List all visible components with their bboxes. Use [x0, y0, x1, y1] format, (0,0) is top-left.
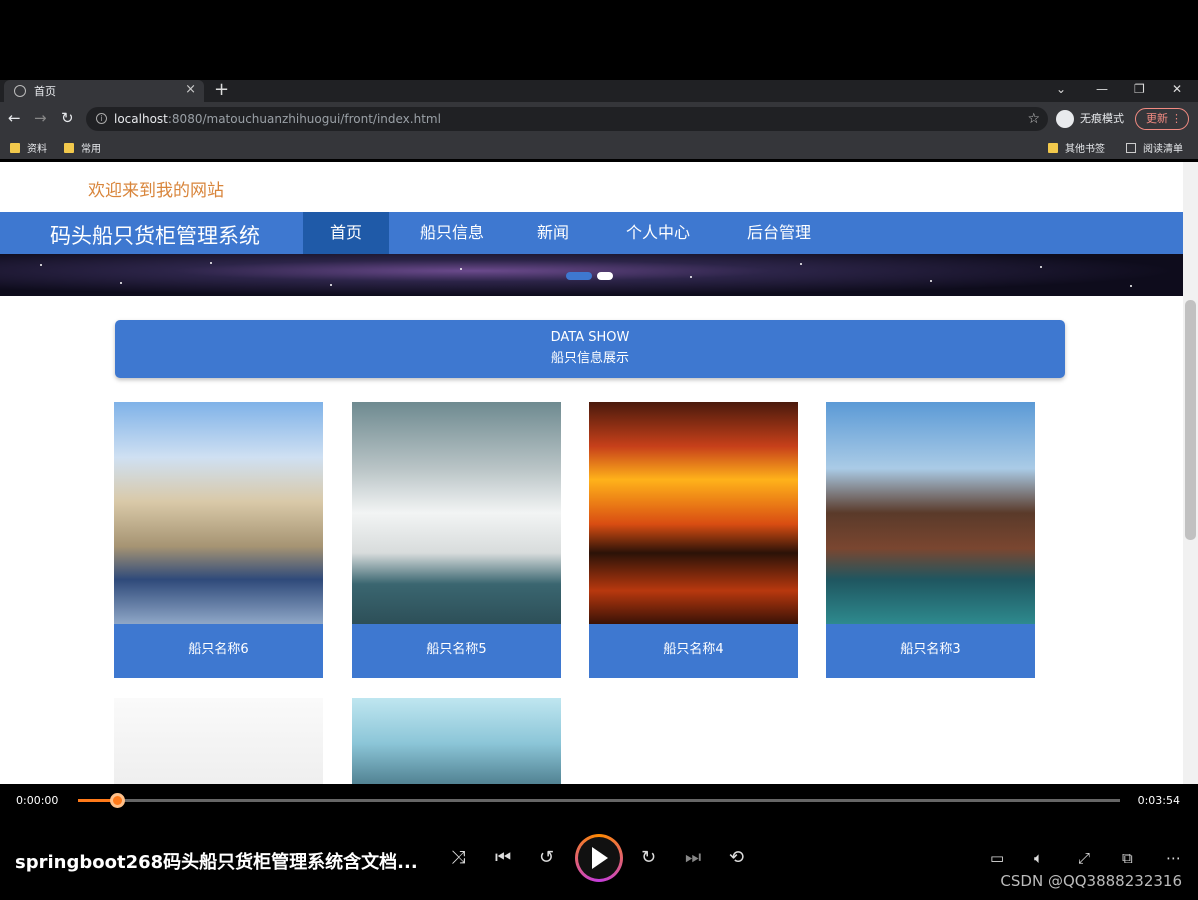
ship-card[interactable]: 船只名称4	[589, 402, 798, 678]
scrollbar-thumb[interactable]	[1185, 300, 1196, 540]
url-path: :8080/matouchuanzhihuogui/front/index.ht…	[167, 112, 441, 126]
address-bar[interactable]: i localhost:8080/matouchuanzhihuogui/fro…	[86, 107, 1048, 131]
ship-image	[589, 402, 798, 624]
incognito-label: 无痕模式	[1080, 112, 1124, 125]
bookmark-folder[interactable]: 常用	[64, 140, 101, 155]
rewind-10-icon[interactable]: ↺	[539, 848, 554, 868]
nav-admin[interactable]: 后台管理	[732, 212, 826, 254]
bookmark-star-icon[interactable]: ☆	[1027, 107, 1040, 131]
incognito-indicator[interactable]: 无痕模式	[1056, 108, 1124, 130]
tab-title: 首页	[34, 85, 56, 98]
new-tab-button[interactable]: +	[214, 80, 229, 100]
total-time: 0:03:54	[1137, 794, 1180, 807]
play-button[interactable]	[575, 834, 623, 882]
nav-ship-info[interactable]: 船只信息	[405, 212, 499, 254]
welcome-text: 欢迎来到我的网站	[88, 181, 224, 201]
reading-list[interactable]: 阅读清单	[1126, 140, 1183, 155]
kebab-menu-icon: ⋮	[1171, 112, 1182, 125]
csdn-watermark: CSDN @QQ3888232316	[1000, 872, 1182, 890]
repeat-off-icon[interactable]: ⟲	[729, 848, 744, 868]
ship-card-partial[interactable]	[352, 698, 561, 784]
ship-card-partial[interactable]	[114, 698, 323, 784]
carousel-dot[interactable]	[597, 272, 613, 280]
forward-icon[interactable]: →	[34, 109, 47, 127]
media-player: 0:00:00 0:03:54 springboot268码头船只货柜管理系统含…	[0, 784, 1198, 900]
ship-name: 船只名称5	[426, 642, 487, 657]
incognito-icon	[1056, 110, 1074, 128]
ship-image	[826, 402, 1035, 624]
browser-toolbar: ← → ↻ i localhost:8080/matouchuanzhihuog…	[0, 102, 1198, 135]
other-bookmarks[interactable]: 其他书签	[1048, 140, 1105, 155]
section-title-cn: 船只信息展示	[550, 351, 629, 366]
main-navbar: 码头船只货柜管理系统 首页 船只信息 新闻 个人中心 后台管理	[0, 212, 1183, 254]
update-label: 更新	[1146, 112, 1168, 125]
forward-30-icon[interactable]: ↻	[641, 848, 656, 868]
window-close-icon[interactable]: ✕	[1172, 80, 1182, 98]
minimize-icon[interactable]: —	[1096, 80, 1108, 98]
back-icon[interactable]: ←	[8, 109, 21, 127]
browser-tab[interactable]: 首页 ×	[4, 80, 204, 102]
site-title: 码头船只货柜管理系统	[50, 224, 260, 248]
site-info-icon[interactable]: i	[96, 113, 107, 124]
previous-icon[interactable]: ⏮	[495, 848, 511, 868]
shuffle-icon[interactable]: ⤨	[451, 848, 465, 868]
ship-card[interactable]: 船只名称3	[826, 402, 1035, 678]
restore-icon[interactable]: ❐	[1134, 80, 1145, 98]
bookmarks-bar: 资料 常用 其他书签 阅读清单	[0, 135, 1198, 159]
nav-news[interactable]: 新闻	[522, 212, 584, 254]
ship-name: 船只名称3	[900, 642, 961, 657]
folder-icon	[10, 142, 20, 153]
play-icon	[592, 847, 608, 869]
reading-list-label: 阅读清单	[1143, 144, 1183, 155]
section-header: DATA SHOW 船只信息展示	[115, 320, 1065, 378]
bookmark-label: 资料	[27, 144, 47, 155]
bookmark-label: 常用	[81, 144, 101, 155]
video-title: springboot268码头船只货柜管理系统含文档...	[15, 852, 418, 873]
mini-player-icon[interactable]: ⧉	[1122, 848, 1133, 868]
volume-icon[interactable]: 🔈︎	[1034, 848, 1043, 868]
ship-name: 船只名称6	[188, 642, 249, 657]
top-black-band	[0, 0, 1198, 80]
page-viewport: 欢迎来到我的网站 码头船只货柜管理系统 首页 船只信息 新闻 个人中心 后台管理…	[0, 162, 1198, 784]
folder-icon	[1048, 142, 1058, 153]
url-host: localhost	[114, 112, 168, 126]
next-icon[interactable]: ⏭	[685, 848, 701, 868]
seek-handle[interactable]	[109, 793, 125, 808]
ship-card[interactable]: 船只名称5	[352, 402, 561, 678]
ship-image	[352, 402, 561, 624]
reload-icon[interactable]: ↻	[61, 109, 74, 127]
section-title-en: DATA SHOW	[550, 330, 630, 345]
fullscreen-icon[interactable]: ⤢	[1078, 848, 1090, 868]
other-bookmarks-label: 其他书签	[1065, 144, 1105, 155]
ship-card[interactable]: 船只名称6	[114, 402, 323, 678]
more-options-icon[interactable]: ⋯	[1166, 848, 1181, 868]
bookmark-folder[interactable]: 资料	[10, 140, 47, 155]
page-scrollbar[interactable]	[1183, 162, 1198, 784]
tab-close-icon[interactable]: ×	[185, 82, 196, 97]
nav-home[interactable]: 首页	[303, 212, 389, 254]
browser-tab-strip: 首页 × + ⌄ — ❐ ✕	[0, 80, 1198, 102]
carousel-dot-active[interactable]	[566, 272, 592, 280]
subtitles-icon[interactable]: ▭	[990, 848, 1004, 868]
nav-user-center[interactable]: 个人中心	[612, 212, 704, 254]
tab-search-icon[interactable]: ⌄	[1056, 80, 1066, 98]
globe-icon	[14, 85, 26, 97]
folder-icon	[64, 142, 74, 153]
seek-bar[interactable]	[78, 793, 1120, 808]
reading-list-icon	[1126, 142, 1136, 153]
current-time: 0:00:00	[16, 794, 59, 807]
ship-image	[114, 402, 323, 624]
banner-carousel	[0, 254, 1183, 296]
update-button[interactable]: 更新 ⋮	[1135, 108, 1189, 130]
ship-name: 船只名称4	[663, 642, 724, 657]
